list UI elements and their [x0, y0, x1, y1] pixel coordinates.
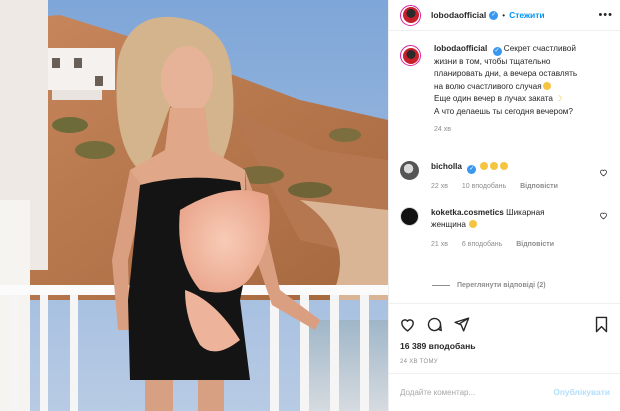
comment-body: koketka.cosmetics Шикарная женщина 21 хв… [431, 207, 601, 248]
post-side-panel: lobodaofficial ✓ • Стежити ••• lobodaoff… [388, 0, 620, 411]
hand-emoji-icon [469, 220, 478, 229]
smile-emoji-icon [489, 162, 498, 170]
caption-time[interactable]: 24 хв [434, 126, 451, 133]
smile-emoji-icon [542, 81, 551, 90]
hand-emoji-icon [479, 162, 488, 170]
comment-likes[interactable]: 6 вподобань [462, 241, 502, 248]
caption-line-2: жизни в том, чтобы тщательно [434, 57, 551, 66]
likes-count[interactable]: 16 389 вподобань [400, 341, 476, 351]
caption-line-6: А что делаешь ты сегодня вечером? [434, 106, 573, 116]
add-comment-bar: Опублікувати [389, 373, 620, 411]
comments-list: lobodaofficial ✓ Секрет счастливой жизни… [389, 43, 620, 303]
caption-line-4: на волю счастливого случая [434, 81, 542, 91]
heart-icon[interactable] [399, 316, 416, 333]
commenter-avatar[interactable] [400, 207, 419, 226]
bookmark-icon[interactable] [594, 316, 609, 333]
verified-icon: ✓ [467, 165, 477, 174]
comment-time[interactable]: 22 хв [431, 183, 448, 190]
post-photo[interactable] [0, 0, 388, 411]
caption-row: lobodaofficial ✓ Секрет счастливой жизни… [400, 43, 610, 161]
heart-icon[interactable] [599, 211, 608, 220]
post-header: lobodaofficial ✓ • Стежити ••• [389, 0, 620, 31]
author-username[interactable]: lobodaofficial [431, 10, 486, 20]
caption-avatar[interactable] [400, 45, 421, 66]
publish-button[interactable]: Опублікувати [553, 387, 610, 397]
comment-text-line-1: Шикарная [506, 208, 545, 217]
commenter-avatar[interactable] [400, 161, 419, 180]
verified-icon: ✓ [489, 10, 499, 20]
reply-button[interactable]: Відповісти [516, 241, 554, 248]
action-icons [399, 316, 480, 333]
moon-emoji-icon: ☽ [552, 94, 563, 104]
comment-body: bicholla ✓ 22 хв 10 вподобань Відповісти [431, 161, 601, 190]
comment-text-line-2: женщина [431, 220, 466, 230]
comment-icon[interactable] [426, 316, 443, 333]
reply-button[interactable]: Відповісти [520, 183, 558, 190]
view-replies-button[interactable]: Переглянути відповіді (2) [432, 282, 546, 289]
author-avatar[interactable] [400, 4, 421, 26]
comment-time[interactable]: 21 хв [431, 241, 448, 248]
caption-meta: 24 хв [434, 126, 604, 133]
caption-line-1: Секрет счастливой [503, 44, 576, 53]
comment-likes[interactable]: 10 вподобань [462, 183, 506, 190]
comment-username[interactable]: bicholla [431, 162, 462, 171]
heart-icon[interactable] [599, 168, 608, 177]
view-replies-label: Переглянути відповіді (2) [457, 282, 546, 289]
comment-input[interactable] [400, 388, 550, 397]
replies-divider [432, 285, 450, 286]
comment-text: bicholla ✓ [431, 161, 601, 174]
verified-icon: ✓ [492, 47, 502, 56]
caption-username[interactable]: lobodaofficial [434, 44, 487, 53]
separator-dot: • [502, 10, 506, 20]
post-timestamp[interactable]: 24 ХВ ТОМУ [400, 359, 438, 365]
caption-body: lobodaofficial ✓ Секрет счастливой жизни… [434, 43, 604, 133]
comment-username[interactable]: koketka.cosmetics [431, 208, 504, 217]
caption-line-5: Еще один вечер в лучах заката [434, 94, 553, 104]
hand-emoji-icon [499, 162, 508, 170]
action-bar: 16 389 вподобань 24 ХВ ТОМУ [389, 303, 620, 373]
follow-button[interactable]: Стежити [509, 10, 545, 20]
share-icon[interactable] [453, 316, 470, 333]
caption-line-3: планировать дни, а вечера оставлять [434, 69, 578, 79]
comment-item: koketka.cosmetics Шикарная женщина 21 хв… [400, 207, 610, 263]
more-icon[interactable]: ••• [598, 9, 613, 21]
comment-meta: 21 хв 6 вподобань Відповісти [431, 241, 601, 248]
caption-text: lobodaofficial ✓ Секрет счастливой жизни… [434, 43, 604, 118]
comment-item: bicholla ✓ 22 хв 10 вподобань Відповісти [400, 161, 610, 207]
comment-text: koketka.cosmetics Шикарная женщина [431, 207, 601, 232]
photo-image [0, 0, 388, 411]
comment-meta: 22 хв 10 вподобань Відповісти [431, 183, 601, 190]
